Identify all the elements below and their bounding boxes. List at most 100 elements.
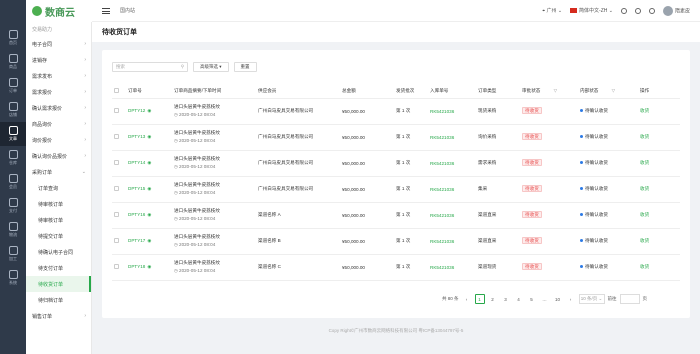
sidebar-subitem[interactable]: 待审核订单 bbox=[26, 212, 91, 228]
row-checkbox[interactable] bbox=[114, 186, 119, 191]
row-checkbox[interactable] bbox=[114, 264, 119, 269]
table-row[interactable]: DPTY12 ◉ 进口头层黄牛皮荔枝纹 ◷2020-05-12 08:04 广州白马皮具… bbox=[112, 98, 680, 125]
order-id-link[interactable]: DPTY14 bbox=[128, 160, 145, 165]
goto-page-input[interactable] bbox=[619, 294, 640, 304]
filter-icon[interactable]: ▽ bbox=[612, 88, 615, 93]
search-icon[interactable]: ⚲ bbox=[181, 64, 184, 70]
table-row[interactable]: DPTY17 ◉ 进口头层黄牛皮荔枝纹 ◷2020-05-12 08:04 渠道名称 B… bbox=[112, 228, 680, 255]
filter-icon[interactable]: ▽ bbox=[554, 88, 557, 93]
page-number-button[interactable]: … bbox=[540, 294, 550, 304]
col-approval[interactable]: 审批状态 ▽ bbox=[520, 84, 578, 99]
settings-icon[interactable] bbox=[648, 7, 655, 14]
eye-icon[interactable]: ◉ bbox=[147, 134, 151, 139]
receive-button[interactable]: 收货 bbox=[640, 108, 649, 113]
rail-item[interactable]: 首页 bbox=[0, 26, 26, 50]
help-icon[interactable] bbox=[620, 7, 627, 14]
col-internal[interactable]: 内部状态 ▽ bbox=[578, 84, 638, 99]
table-row[interactable]: DPTY18 ◉ 进口头层黄牛皮荔枝纹 ◷2020-05-12 08:04 渠道名称 C… bbox=[112, 254, 680, 281]
rail-item[interactable]: 加工 bbox=[0, 242, 26, 266]
sidebar-subitem[interactable]: 待提交订单 bbox=[26, 228, 91, 244]
select-all-cell[interactable] bbox=[112, 84, 126, 99]
sidebar-item[interactable]: 进销存 › bbox=[26, 52, 91, 68]
page-number-button[interactable]: 4 bbox=[514, 294, 524, 304]
row-select-cell[interactable] bbox=[112, 254, 126, 281]
prev-page-button[interactable]: ‹ bbox=[462, 294, 472, 304]
eye-icon[interactable]: ◉ bbox=[147, 186, 151, 191]
table-row[interactable]: DPTY13 ◉ 进口头层黄牛皮荔枝纹 ◷2020-05-12 08:04 广州白马皮具… bbox=[112, 124, 680, 151]
page-size-select[interactable]: 10 条/页 ⌄ bbox=[578, 294, 605, 304]
receive-button[interactable]: 收货 bbox=[640, 160, 649, 165]
order-id-link[interactable]: DPTY17 bbox=[128, 238, 145, 243]
receive-button[interactable]: 收货 bbox=[640, 134, 649, 139]
order-id-link[interactable]: DPTY13 bbox=[128, 134, 145, 139]
location-selector[interactable]: ⌖ 广州 ⌄ bbox=[542, 7, 562, 14]
receipt-cell[interactable]: RK5421036 bbox=[428, 176, 476, 203]
order-id-link[interactable]: DPTY16 bbox=[128, 212, 145, 217]
page-number-button[interactable]: 2 bbox=[488, 294, 498, 304]
receipt-cell[interactable]: RK5421036 bbox=[428, 98, 476, 125]
sidebar-item[interactable]: 需求报价 › bbox=[26, 84, 91, 100]
sidebar-item[interactable]: 确认需求报价 › bbox=[26, 100, 91, 116]
sidebar-item[interactable]: 商品询价 › bbox=[26, 116, 91, 132]
page-number-button[interactable]: 3 bbox=[501, 294, 511, 304]
table-row[interactable]: DPTY15 ◉ 进口头层黄牛皮荔枝纹 ◷2020-05-12 08:04 广州白马皮具… bbox=[112, 176, 680, 203]
rail-item[interactable]: 会员 bbox=[0, 170, 26, 194]
select-all-checkbox[interactable] bbox=[114, 87, 119, 93]
sidebar-item[interactable]: 电子合同 › bbox=[26, 36, 91, 52]
receive-button[interactable]: 收货 bbox=[640, 264, 649, 269]
sidebar-subitem[interactable]: 订单查询 bbox=[26, 180, 91, 196]
row-select-cell[interactable] bbox=[112, 124, 126, 151]
language-selector[interactable]: 简体中文-ZH ⌄ bbox=[570, 7, 613, 14]
sidebar-item[interactable]: 确认询价品报价 › bbox=[26, 148, 91, 164]
row-checkbox[interactable] bbox=[114, 108, 119, 113]
sidebar-subitem[interactable]: 待支付订单 bbox=[26, 260, 91, 276]
table-row[interactable]: DPTY16 ◉ 进口头层黄牛皮荔枝纹 ◷2020-05-12 08:04 渠道名称 A… bbox=[112, 202, 680, 229]
sidebar-item[interactable]: 采购订单 ⌄ bbox=[26, 164, 91, 180]
receipt-cell[interactable]: RK5421036 bbox=[428, 202, 476, 229]
rail-item[interactable]: 店铺 bbox=[0, 98, 26, 122]
page-number-button[interactable]: 10 bbox=[553, 294, 563, 304]
row-select-cell[interactable] bbox=[112, 228, 126, 255]
order-id-link[interactable]: DPTY12 bbox=[128, 108, 145, 113]
sidebar-item-sales-orders[interactable]: 销售订单 › bbox=[26, 308, 91, 324]
receive-button[interactable]: 收货 bbox=[640, 238, 649, 243]
rail-item[interactable]: 支付 bbox=[0, 194, 26, 218]
row-checkbox[interactable] bbox=[114, 134, 119, 139]
receipt-cell[interactable]: RK5421036 bbox=[428, 150, 476, 177]
row-select-cell[interactable] bbox=[112, 150, 126, 177]
menu-toggle-icon[interactable] bbox=[102, 7, 110, 14]
rail-item[interactable]: 文章 bbox=[0, 122, 26, 146]
receipt-cell[interactable]: RK5421036 bbox=[428, 124, 476, 151]
receipt-cell[interactable]: RK5421036 bbox=[428, 228, 476, 255]
rail-item[interactable]: 系统 bbox=[0, 266, 26, 290]
row-checkbox[interactable] bbox=[114, 238, 119, 243]
sidebar-subitem[interactable]: 待收货订单 bbox=[26, 276, 91, 292]
row-checkbox[interactable] bbox=[114, 160, 119, 165]
table-row[interactable]: DPTY14 ◉ 进口头层黄牛皮荔枝纹 ◷2020-05-12 08:04 广州白马皮具… bbox=[112, 150, 680, 177]
advanced-filter-button[interactable]: 高级筛选 ▾ bbox=[193, 62, 229, 72]
eye-icon[interactable]: ◉ bbox=[147, 238, 151, 243]
row-select-cell[interactable] bbox=[112, 98, 126, 125]
row-select-cell[interactable] bbox=[112, 176, 126, 203]
eye-icon[interactable]: ◉ bbox=[147, 108, 151, 113]
rail-item[interactable]: 仓库 bbox=[0, 146, 26, 170]
rail-item[interactable]: 物流 bbox=[0, 218, 26, 242]
order-id-link[interactable]: DPTY15 bbox=[128, 186, 145, 191]
rail-item[interactable]: 商品 bbox=[0, 50, 26, 74]
page-number-button[interactable]: 5 bbox=[527, 294, 537, 304]
receive-button[interactable]: 收货 bbox=[640, 212, 649, 217]
row-select-cell[interactable] bbox=[112, 202, 126, 229]
sidebar-subitem[interactable]: 待确认电子合同 bbox=[26, 244, 91, 260]
receive-button[interactable]: 收货 bbox=[640, 186, 649, 191]
rail-item[interactable]: 订单 bbox=[0, 74, 26, 98]
receipt-cell[interactable]: RK5421036 bbox=[428, 254, 476, 281]
user-menu[interactable]: 隋素皮 bbox=[662, 5, 690, 16]
search-input[interactable]: 搜索 ⚲ bbox=[112, 62, 188, 72]
breadcrumb[interactable]: 国内站 bbox=[120, 7, 135, 14]
page-number-button[interactable]: 1 bbox=[474, 294, 485, 304]
eye-icon[interactable]: ◉ bbox=[147, 212, 151, 217]
next-page-button[interactable]: › bbox=[566, 294, 576, 304]
sidebar-item[interactable]: 询价报价 › bbox=[26, 132, 91, 148]
sidebar-subitem[interactable]: 待归档订单 bbox=[26, 292, 91, 308]
row-checkbox[interactable] bbox=[114, 212, 119, 217]
